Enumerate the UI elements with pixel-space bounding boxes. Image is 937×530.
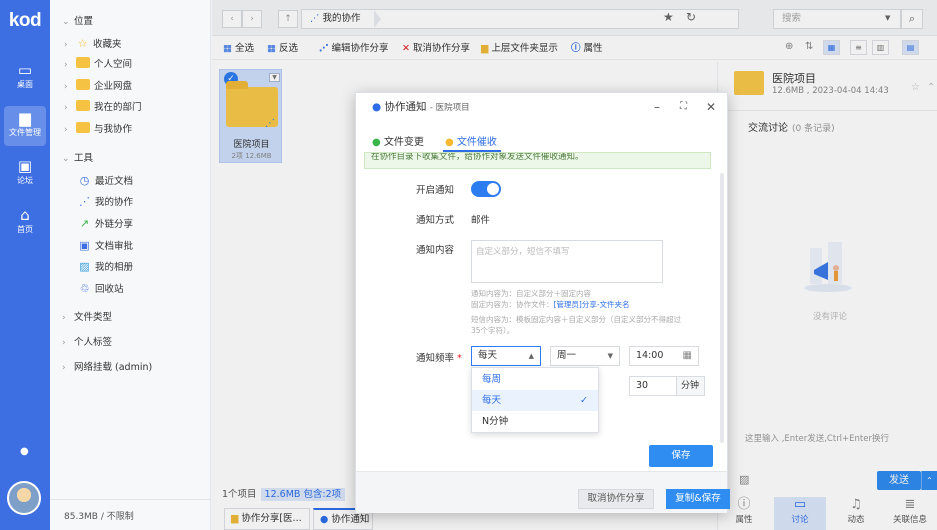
minimize-icon[interactable]: – [654, 93, 660, 121]
tree-item-collab[interactable]: › 与我协作 [64, 121, 132, 139]
desktop-icon: ▭ [17, 61, 33, 79]
cancel-share-footer-button[interactable]: 取消协作分享 [578, 489, 654, 509]
chevron-down-icon: ⌄ [62, 154, 70, 164]
save-button[interactable]: 保存 [649, 445, 713, 467]
scrollbar[interactable] [720, 173, 724, 443]
rail-item-file-manager[interactable]: ▆ 文件管理 [4, 106, 46, 146]
bell-icon: ● [445, 137, 454, 148]
tree-section-position[interactable]: ⌄ 位置 [62, 13, 93, 31]
tree-item-file-types[interactable]: › 文件类型 [62, 309, 112, 327]
tree-item-album[interactable]: ▨ 我的相册 [78, 258, 133, 276]
chevron-right-icon: › [62, 363, 66, 373]
minutes-unit: 分钟 [676, 376, 705, 396]
bell-icon[interactable]: ● [20, 446, 29, 457]
app-logo: kod [8, 10, 42, 31]
tab-file-change[interactable]: ● 文件变更 [372, 133, 424, 148]
copy-save-button[interactable]: 复制&保存 [666, 489, 730, 509]
tree-section-tools[interactable]: ⌄ 工具 [62, 150, 93, 168]
tab-file-collect[interactable]: ● 文件催收 [445, 133, 497, 148]
dialog-title: 协作通知 [384, 101, 427, 113]
calendar-icon: ▦ [682, 350, 692, 361]
tree-item-link-share[interactable]: ↗ 外链分享 [78, 215, 133, 233]
folder-icon: ▆ [19, 109, 31, 127]
freq-select[interactable]: 每天 ▲ [471, 346, 541, 366]
help-text: 通知内容为：自定义部分＋固定内容 [471, 289, 591, 298]
chevron-right-icon: › [62, 338, 66, 348]
maximize-icon[interactable]: ⛶ [680, 93, 687, 121]
close-icon[interactable]: ✕ [706, 93, 716, 121]
tree-item-enterprise[interactable]: › 企业网盘 [64, 78, 132, 96]
rail-item-label: 首页 [17, 225, 33, 234]
tree-item-favorites[interactable]: › ☆ 收藏夹 [64, 35, 122, 53]
storage-quota: 85.3MB / 不限制 [64, 512, 134, 522]
tree-item-personal[interactable]: › 个人空间 [64, 56, 132, 74]
folder-icon [76, 57, 90, 68]
chat-icon: ▣ [17, 157, 33, 175]
check-icon: ✓ [580, 395, 588, 406]
clock-icon: ◷ [79, 174, 90, 187]
app-rail: kod ▭ 桌面 ▆ 文件管理 ▣ 论坛 ⌂ 首页 ● [0, 0, 50, 530]
chevron-up-icon: ▲ [528, 352, 534, 360]
bell-icon: ● [372, 101, 382, 113]
home-icon: ⌂ [20, 206, 30, 224]
method-label: 通知方式 [416, 215, 455, 226]
info-notice: 在协作目录下收集文件，给协作对象发送文件催收通知。 [364, 152, 711, 169]
option-weekly[interactable]: 每周 [472, 369, 598, 390]
chevron-right-icon: › [64, 103, 68, 113]
tree-item-approval[interactable]: ▣ 文档审批 [78, 237, 133, 255]
enable-toggle[interactable] [471, 181, 501, 197]
option-n-minutes[interactable]: N分钟 [472, 411, 598, 432]
tree-item-department[interactable]: › 我在的部门 [64, 99, 142, 117]
freq-label: 通知频率 * [416, 353, 462, 364]
rail-item-home[interactable]: ⌂ 首页 [4, 203, 46, 243]
dialog-subtitle: - 医院项目 [429, 103, 470, 113]
help-text: 短信内容为：模板固定内容＋自定义部分（自定义部分不得超过 [471, 315, 681, 324]
bell-icon: ● [372, 137, 381, 148]
enable-label: 开启通知 [416, 185, 455, 196]
method-value: 邮件 [471, 215, 491, 226]
time-input[interactable]: 14:00 ▦ [629, 346, 699, 366]
photo-icon: ▨ [79, 260, 90, 273]
rail-item-forum[interactable]: ▣ 论坛 [4, 154, 46, 194]
help-text: 固定内容为：协作文件：[管理员]分享-文件夹名 [471, 300, 630, 309]
notification-dialog: ● 协作通知 - 医院项目 – ⛶ ✕ ● 文件变更 ● 文件催收 在协作目录下… [355, 92, 728, 513]
rail-item-label: 文件管理 [9, 128, 41, 137]
avatar[interactable] [7, 481, 41, 515]
tree-item-recent[interactable]: ◷ 最近文档 [78, 172, 133, 190]
chevron-down-icon: ⌄ [62, 17, 70, 27]
link-share-icon: ↗ [79, 217, 90, 230]
chevron-down-icon: ▼ [607, 352, 613, 360]
rail-item-desktop[interactable]: ▭ 桌面 [4, 58, 46, 98]
tree-item-network-mount[interactable]: › 网络挂载 (admin) [62, 359, 152, 377]
approval-icon: ▣ [79, 239, 90, 252]
content-textarea[interactable]: 自定义部分，短信不填写 [471, 240, 663, 283]
divider [50, 499, 210, 500]
trash-icon: ♲ [79, 282, 90, 295]
tree-item-my-collab[interactable]: ⋰ 我的协作 [78, 193, 133, 211]
content-label: 通知内容 [416, 245, 455, 256]
help-text: 35个字符）。 [471, 326, 515, 335]
chevron-right-icon: › [62, 313, 66, 323]
rail-item-label: 桌面 [17, 80, 33, 89]
folder-icon [76, 122, 90, 133]
folder-icon [76, 79, 90, 90]
star-icon: ☆ [77, 37, 88, 50]
chevron-right-icon: › [64, 125, 68, 135]
folder-icon [76, 100, 90, 111]
chevron-right-icon: › [64, 82, 68, 92]
tree-item-tags[interactable]: › 个人标签 [62, 334, 112, 352]
chevron-right-icon: › [64, 60, 68, 70]
rail-item-label: 论坛 [17, 176, 33, 185]
sidebar-tree: ⌄ 位置 › ☆ 收藏夹 › 个人空间 › 企业网盘 › 我在的部门 › 与我协作 ⌄ 工具 ◷… [50, 0, 211, 530]
dialog-header: ● 协作通知 - 医院项目 – ⛶ ✕ [356, 93, 727, 121]
weekday-select[interactable]: 周一 ▼ [550, 346, 620, 366]
chevron-right-icon: › [64, 40, 68, 50]
share-icon: ⋰ [79, 195, 90, 208]
option-daily[interactable]: 每天 ✓ [472, 390, 598, 411]
minutes-input[interactable]: 30 [629, 376, 677, 396]
tree-item-recycle[interactable]: ♲ 回收站 [78, 280, 124, 298]
freq-dropdown: 每周 每天 ✓ N分钟 [471, 367, 599, 433]
